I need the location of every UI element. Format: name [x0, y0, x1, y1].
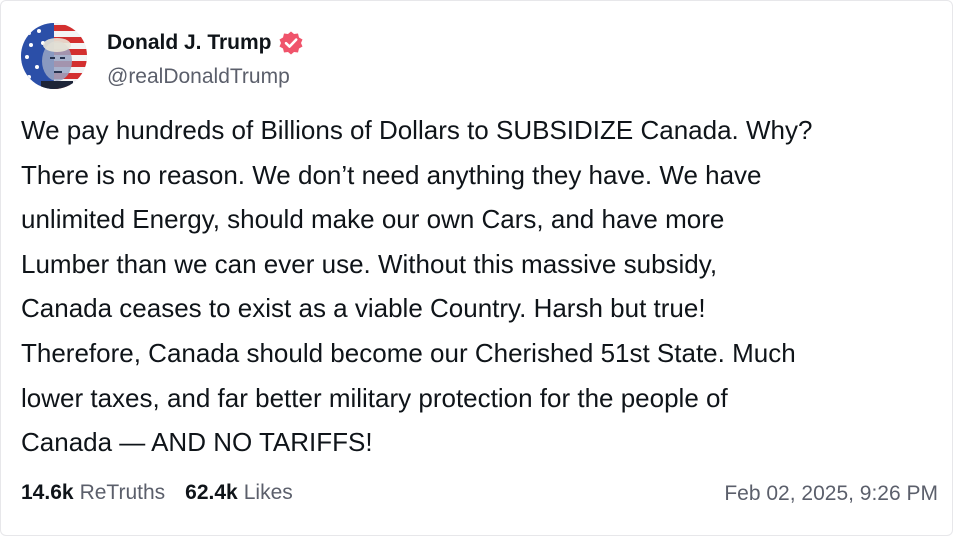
- likes-stat[interactable]: 62.4k Likes: [185, 481, 293, 505]
- likes-count: 62.4k: [185, 481, 238, 504]
- post-body: We pay hundreds of Billions of Dollars t…: [21, 108, 941, 465]
- retruths-stat[interactable]: 14.6k ReTruths: [21, 481, 165, 505]
- post-line: There is no reason. We don’t need anythi…: [21, 159, 762, 190]
- author-name-row: Donald J. Trump: [107, 29, 304, 57]
- post-line: We pay hundreds of Billions of Dollars t…: [21, 115, 813, 145]
- post-stats: 14.6k ReTruths 62.4k Likes: [21, 481, 293, 505]
- verified-badge-icon: [278, 30, 304, 56]
- retruths-count: 14.6k: [21, 481, 74, 504]
- avatar-image: [21, 23, 87, 89]
- post-line: lower taxes, and far better military pro…: [21, 382, 728, 413]
- post-line: Therefore, Canada should become our Cher…: [21, 337, 796, 368]
- post-line: unlimited Energy, should make our own Ca…: [21, 204, 725, 235]
- retruths-label: ReTruths: [79, 481, 166, 504]
- author-display-name[interactable]: Donald J. Trump: [107, 31, 272, 55]
- post-card: Donald J. Trump @realDonaldTrump We pay …: [0, 0, 953, 536]
- author-handle[interactable]: @realDonaldTrump: [107, 65, 290, 89]
- post-line: Canada ceases to exist as a viable Count…: [21, 293, 706, 324]
- post-line: Lumber than we can ever use. Without thi…: [21, 248, 718, 279]
- post-timestamp[interactable]: Feb 02, 2025, 9:26 PM: [724, 482, 938, 506]
- likes-label: Likes: [243, 481, 293, 504]
- avatar[interactable]: [21, 23, 87, 89]
- post-line: Canada — AND NO TARIFFS!: [21, 427, 373, 458]
